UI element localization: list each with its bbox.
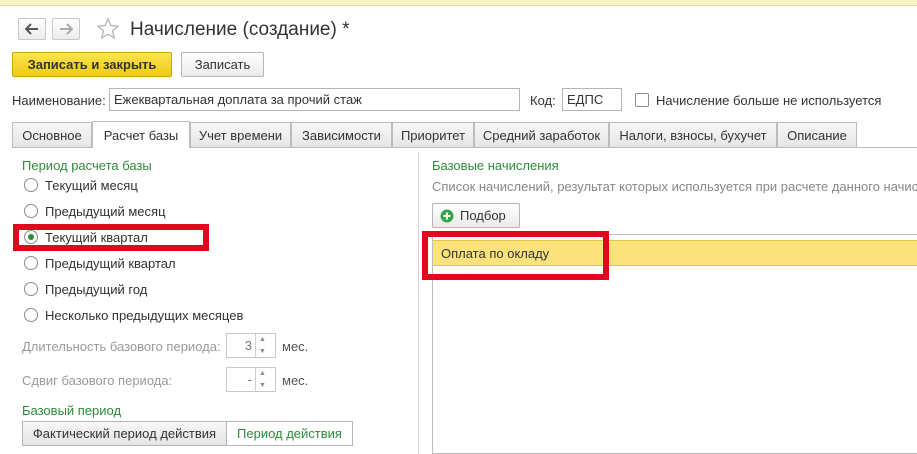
favorite-button[interactable] bbox=[96, 17, 120, 44]
unused-label: Начисление больше не используется bbox=[656, 93, 882, 108]
back-button[interactable] bbox=[18, 18, 46, 40]
star-icon bbox=[96, 17, 120, 40]
tab-base-calculation[interactable]: Расчет базы bbox=[92, 121, 190, 148]
tab-taxes[interactable]: Налоги, взносы, бухучет bbox=[609, 122, 777, 147]
unused-checkbox[interactable] bbox=[635, 93, 649, 107]
tab-average-earnings[interactable]: Средний заработок bbox=[474, 122, 609, 147]
arrow-left-icon bbox=[25, 23, 38, 35]
pick-label: Подбор bbox=[460, 208, 506, 223]
radio-button[interactable] bbox=[24, 204, 38, 218]
arrow-right-icon bbox=[60, 23, 73, 35]
stepper-down-icon[interactable]: ▼ bbox=[256, 346, 269, 358]
shift-value[interactable]: - bbox=[227, 368, 255, 391]
radio-previous-quarter[interactable]: Предыдущий квартал bbox=[24, 253, 176, 273]
base-accruals-title: Базовые начисления bbox=[432, 158, 559, 173]
base-period-title: Базовый период bbox=[22, 403, 122, 418]
radio-label: Предыдущий месяц bbox=[45, 203, 166, 219]
add-circle-icon bbox=[440, 209, 454, 222]
duration-label: Длительность базового периода: bbox=[22, 339, 221, 354]
duration-stepper[interactable]: 3 ▲ ▼ bbox=[226, 333, 276, 358]
code-label: Код: bbox=[530, 93, 556, 108]
pick-button[interactable]: Подбор bbox=[432, 203, 520, 228]
action-period-button[interactable]: Период действия bbox=[226, 421, 353, 446]
radio-label: Несколько предыдущих месяцев bbox=[45, 307, 244, 323]
radio-current-month[interactable]: Текущий месяц bbox=[24, 175, 138, 195]
shift-stepper[interactable]: - ▲ ▼ bbox=[226, 367, 276, 392]
highlight-box-row bbox=[422, 231, 609, 280]
radio-several-months[interactable]: Несколько предыдущих месяцев bbox=[24, 305, 243, 325]
tab-description[interactable]: Описание bbox=[777, 122, 857, 147]
radio-button[interactable] bbox=[24, 282, 38, 296]
tab-time-accounting[interactable]: Учет времени bbox=[190, 122, 291, 147]
radio-label: Предыдущий квартал bbox=[45, 255, 176, 271]
window-top-strip bbox=[0, 0, 917, 6]
save-and-close-button[interactable]: Записать и закрыть bbox=[12, 52, 172, 77]
page-title: Начисление (создание) * bbox=[130, 19, 350, 40]
name-field[interactable]: Ежеквартальная доплата за прочий стаж bbox=[109, 88, 520, 111]
name-label: Наименование: bbox=[12, 93, 106, 108]
stepper-up-icon[interactable]: ▲ bbox=[256, 334, 269, 346]
radio-previous-year[interactable]: Предыдущий год bbox=[24, 279, 147, 299]
shift-unit: мес. bbox=[282, 373, 309, 388]
tab-main[interactable]: Основное bbox=[12, 122, 92, 147]
radio-button[interactable] bbox=[24, 256, 38, 270]
save-button[interactable]: Записать bbox=[181, 52, 264, 77]
panel-divider bbox=[418, 152, 419, 454]
radio-button[interactable] bbox=[24, 178, 38, 192]
tab-priority[interactable]: Приоритет bbox=[392, 122, 474, 147]
shift-label: Сдвиг базового периода: bbox=[22, 373, 173, 388]
highlight-box-quarter bbox=[13, 224, 209, 251]
actual-period-button[interactable]: Фактический период действия bbox=[22, 421, 227, 446]
radio-previous-month[interactable]: Предыдущий месяц bbox=[24, 201, 166, 221]
duration-unit: мес. bbox=[282, 339, 309, 354]
forward-button[interactable] bbox=[52, 18, 80, 40]
period-section-title: Период расчета базы bbox=[22, 158, 152, 173]
duration-value[interactable]: 3 bbox=[227, 334, 255, 357]
tab-dependencies[interactable]: Зависимости bbox=[291, 122, 392, 147]
stepper-up-icon[interactable]: ▲ bbox=[256, 368, 269, 380]
radio-label: Текущий месяц bbox=[45, 177, 138, 193]
radio-label: Предыдущий год bbox=[45, 281, 148, 297]
code-field[interactable]: ЕДПС bbox=[562, 88, 622, 111]
radio-button[interactable] bbox=[24, 308, 38, 322]
base-accruals-description: Список начислений, результат которых исп… bbox=[432, 179, 917, 194]
stepper-down-icon[interactable]: ▼ bbox=[256, 380, 269, 392]
